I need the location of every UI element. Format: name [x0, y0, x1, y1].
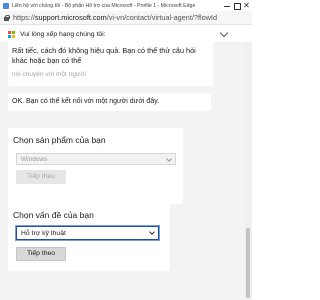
- chevron-down-icon: [149, 229, 155, 235]
- microsoft-logo-icon: [8, 30, 15, 38]
- lock-icon: [4, 14, 10, 21]
- product-card-title: Chọn sản phẩm của bạn: [13, 135, 106, 145]
- issue-card-title: Chọn vấn đề của bạn: [13, 210, 94, 220]
- logo-square: [12, 30, 15, 34]
- talk-to-person-link[interactable]: nói chuyện với một người: [12, 71, 86, 78]
- bot-message: OK. Bạn có thể kết nối với một người dướ…: [8, 93, 211, 111]
- logo-square: [8, 30, 11, 34]
- bot-message: Rất tiếc, cách đó không hiệu quả. Bạn có…: [8, 42, 213, 86]
- bot-message-text: OK. Bạn có thể kết nối với một người dướ…: [12, 98, 160, 105]
- close-button[interactable]: ✕: [242, 1, 251, 10]
- maximize-button[interactable]: [233, 2, 241, 10]
- bot-message-text: Rất tiếc, cách đó không hiệu quả. Bạn có…: [12, 46, 196, 65]
- product-select-value: Windows: [21, 156, 48, 163]
- scrollbar[interactable]: [244, 42, 252, 300]
- url-path: /vi-vn/contact/virtual-agent/?flowId: [106, 13, 218, 22]
- address-bar[interactable]: https://support.microsoft.com/vi-vn/cont…: [0, 11, 252, 25]
- logo-square: [8, 34, 11, 38]
- issue-select-value: Hỗ trợ kỹ thuật: [21, 230, 66, 237]
- chevron-down-icon[interactable]: [219, 28, 229, 38]
- logo-square: [12, 34, 15, 38]
- scrollbar-thumb[interactable]: [246, 228, 250, 298]
- url-host: support.microsoft.com: [34, 13, 107, 22]
- product-card: Chọn sản phẩm của bạn Windows Tiếp theo: [8, 128, 183, 204]
- window-title: Liên hệ với chúng tôi - Bộ phận Hỗ trợ c…: [12, 2, 196, 9]
- issue-next-button[interactable]: Tiếp theo: [16, 247, 66, 261]
- minimize-button[interactable]: [223, 2, 231, 9]
- url-text[interactable]: https://support.microsoft.com/vi-vn/cont…: [13, 13, 251, 22]
- window-titlebar: Liên hệ với chúng tôi - Bộ phận Hỗ trợ c…: [0, 0, 252, 11]
- app-icon: [3, 2, 9, 9]
- product-select[interactable]: Windows: [16, 153, 176, 165]
- chevron-down-icon: [166, 156, 172, 162]
- rate-us-text[interactable]: Vui lòng xếp hạng chúng tôi:: [20, 31, 106, 38]
- product-next-button[interactable]: Tiếp theo: [16, 170, 66, 184]
- url-prefix: https://: [13, 13, 35, 22]
- issue-card: Chọn vấn đề của bạn Hỗ trợ kỹ thuật Tiếp…: [8, 203, 170, 271]
- issue-select[interactable]: Hỗ trợ kỹ thuật: [15, 225, 160, 241]
- chat-transcript: Rất tiếc, cách đó không hiệu quả. Bạn có…: [0, 42, 244, 300]
- chat-header: Vui lòng xếp hạng chúng tôi:: [0, 26, 252, 42]
